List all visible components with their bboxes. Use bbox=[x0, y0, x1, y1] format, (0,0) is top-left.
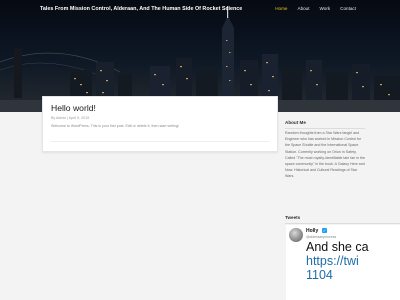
nav-work[interactable]: Work bbox=[320, 6, 331, 11]
post-title[interactable]: Hello world! bbox=[51, 103, 96, 113]
site-title[interactable]: Tales From Mission Control, Alderaan, An… bbox=[40, 6, 242, 12]
nav-about[interactable]: About bbox=[298, 6, 310, 11]
tweet-author-handle[interactable]: @alderaanprincess bbox=[306, 235, 336, 239]
verified-icon: ✓ bbox=[322, 228, 327, 233]
tweet-text: And she ca bbox=[306, 240, 369, 254]
tweet-card[interactable]: Holly ✓ @alderaanprincess And she ca htt… bbox=[286, 225, 400, 300]
tweets-widget-title: Tweets bbox=[285, 215, 301, 220]
tweet-link-continued[interactable]: 1104 bbox=[306, 268, 333, 282]
main-menu: Home About Work Contact bbox=[275, 6, 356, 11]
nav-contact[interactable]: Contact bbox=[340, 6, 356, 11]
tweet-link[interactable]: https://twi bbox=[306, 254, 359, 268]
tweets-divider bbox=[285, 223, 400, 224]
post-meta: By Admin | April 5, 2019 bbox=[51, 116, 90, 120]
nav-home[interactable]: Home bbox=[275, 6, 287, 11]
about-divider bbox=[285, 128, 365, 129]
about-widget-title: About Me bbox=[285, 120, 306, 125]
top-navbar: Tales From Mission Control, Alderaan, An… bbox=[0, 0, 400, 20]
avatar[interactable] bbox=[289, 228, 303, 242]
post-card: Hello world! By Admin | April 5, 2019 We… bbox=[42, 96, 278, 152]
post-excerpt: Welcome to WordPress. This is your first… bbox=[51, 124, 179, 128]
tweet-author-name[interactable]: Holly bbox=[306, 228, 318, 234]
post-divider bbox=[51, 141, 269, 142]
about-text: Random thoughts from a Star Wars fangirl… bbox=[285, 131, 365, 179]
